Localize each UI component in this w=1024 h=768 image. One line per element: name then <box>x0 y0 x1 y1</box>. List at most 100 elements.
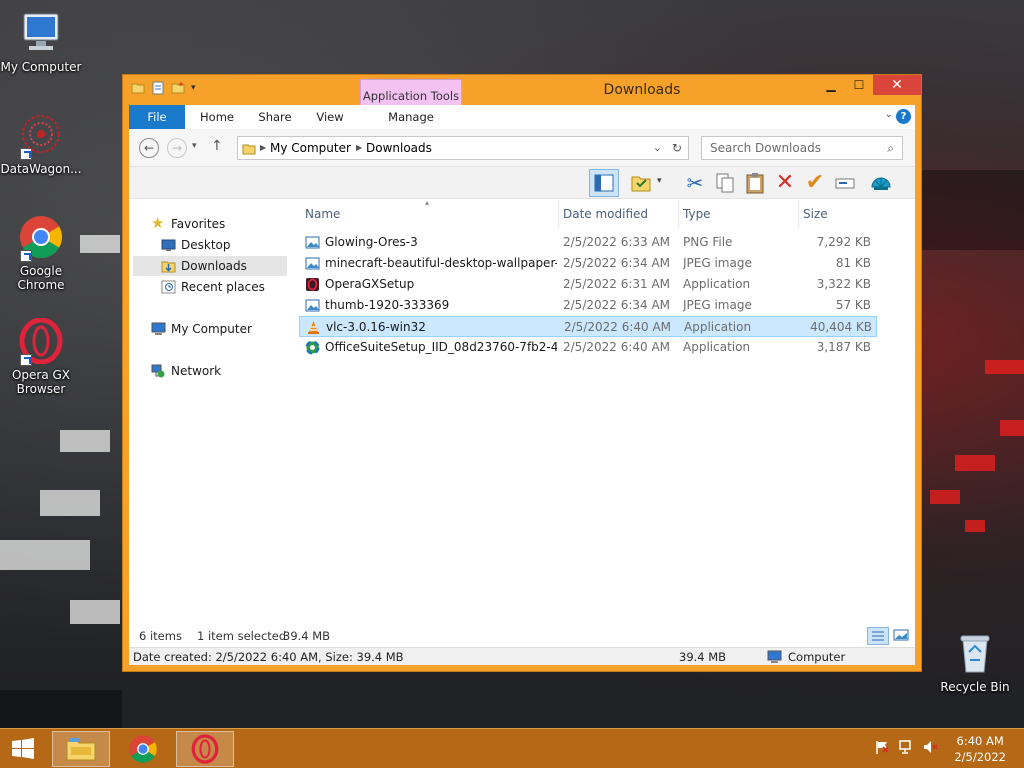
taskbar-opera-gx[interactable] <box>176 731 234 767</box>
nav-item-recent-places[interactable]: Recent places <box>157 277 287 297</box>
nav-favorites-label: Favorites <box>171 217 226 231</box>
computer-icon <box>18 10 64 56</box>
details-bar: Date created: 2/5/2022 6:40 AM, Size: 39… <box>129 647 915 665</box>
preview-pane-icon[interactable] <box>589 169 619 197</box>
nav-item-label: Recent places <box>181 280 265 294</box>
copy-icon[interactable] <box>713 171 737 195</box>
close-button[interactable]: ✕ <box>873 75 921 95</box>
back-button[interactable]: ← <box>139 138 159 158</box>
checkmark-icon[interactable]: ✔ <box>803 171 827 195</box>
search-icon: ⌕ <box>887 141 894 155</box>
column-header-type[interactable]: Type <box>679 200 799 228</box>
computer-icon <box>767 650 782 669</box>
navigation-pane: ★ Favorites Desktop Downloads Recent pla… <box>129 200 293 625</box>
file-name: minecraft-beautiful-desktop-wallpaper-..… <box>325 256 557 270</box>
breadcrumb-separator-icon[interactable]: ▶ <box>260 137 266 159</box>
breadcrumb-separator-icon[interactable]: ▶ <box>356 137 362 159</box>
breadcrumb-downloads[interactable]: Downloads <box>366 137 432 159</box>
tab-file[interactable]: File <box>129 105 185 129</box>
recycle-bin-icon <box>952 630 998 676</box>
taskbar-chrome[interactable] <box>114 731 172 767</box>
chevron-down-icon[interactable]: ▾ <box>657 176 662 186</box>
column-header-size[interactable]: Size <box>799 200 877 228</box>
search-input[interactable]: Search Downloads ⌕ <box>701 136 903 160</box>
desktop-icon-datawagon[interactable]: DataWagon... <box>0 112 82 176</box>
taskbar-file-explorer[interactable] <box>52 731 110 767</box>
address-dropdown-icon[interactable]: ⌄ <box>653 137 662 159</box>
selection-size: 39.4 MB <box>283 629 331 643</box>
close-icon: ✕ <box>891 77 903 93</box>
desktop-icon-label: Opera GX Browser <box>11 368 71 396</box>
paste-icon[interactable] <box>743 171 767 195</box>
minimize-icon: ▁ <box>826 78 836 92</box>
help-icon[interactable]: ? <box>896 109 911 124</box>
file-row-selected[interactable]: vlc-3.0.16-win32 2/5/2022 6:40 AM Applic… <box>299 316 877 337</box>
nav-my-computer[interactable]: My Computer <box>147 319 252 339</box>
title-bar[interactable]: ▾ Application Tools Downloads ▁ ☐ ✕ <box>123 75 921 129</box>
file-row[interactable]: OperaGXSetup 2/5/2022 6:31 AM Applicatio… <box>301 274 877 295</box>
datawagon-icon <box>18 112 64 160</box>
up-button[interactable]: ↑ <box>211 138 223 154</box>
file-row[interactable]: OfficeSuiteSetup_IID_08d23760-7fb2-458..… <box>301 337 877 358</box>
nav-item-label: Desktop <box>181 238 231 252</box>
nav-network[interactable]: Network <box>147 361 221 381</box>
file-row[interactable]: minecraft-beautiful-desktop-wallpaper-..… <box>301 253 877 274</box>
details-location: Computer <box>788 650 846 664</box>
nav-item-desktop[interactable]: Desktop <box>157 235 287 255</box>
wallpaper-block <box>60 430 110 452</box>
folder-options-icon[interactable] <box>629 171 653 195</box>
address-bar[interactable]: ▶ My Computer ▶ Downloads ⌄ ↻ <box>237 136 689 160</box>
recent-places-icon <box>161 280 176 294</box>
file-date: 2/5/2022 6:34 AM <box>563 256 671 270</box>
tab-manage[interactable]: Manage <box>361 105 461 129</box>
start-button[interactable] <box>10 737 36 761</box>
explorer-window[interactable]: ▾ Application Tools Downloads ▁ ☐ ✕ File… <box>122 74 922 672</box>
file-row[interactable]: thumb-1920-333369 2/5/2022 6:34 AM JPEG … <box>301 295 877 316</box>
maximize-button[interactable]: ☐ <box>845 75 873 95</box>
desktop-icon-opera-gx[interactable]: Opera GX Browser <box>0 317 82 396</box>
desktop-icon-recycle-bin[interactable]: Recycle Bin <box>934 630 1016 694</box>
details-view-icon[interactable] <box>867 627 889 645</box>
shell-icon[interactable] <box>869 171 893 195</box>
nav-item-downloads[interactable]: Downloads <box>133 256 287 276</box>
file-name: Glowing-Ores-3 <box>325 235 418 249</box>
expand-ribbon-icon[interactable]: ⌄ <box>885 109 893 120</box>
file-name: OfficeSuiteSetup_IID_08d23760-7fb2-458..… <box>325 340 557 354</box>
recent-locations-button[interactable]: ▾ <box>192 141 197 151</box>
system-clock[interactable]: 6:40 AM 2/5/2022 <box>954 733 1006 765</box>
desktop-icon-my-computer[interactable]: My Computer <box>0 10 82 74</box>
forward-button[interactable]: → <box>167 138 187 158</box>
file-size: 3,187 KB <box>816 340 871 354</box>
details-size: 39.4 MB <box>679 650 727 664</box>
arrow-left-icon: ← <box>143 141 155 155</box>
network-tray-icon[interactable] <box>898 739 914 755</box>
file-size: 81 KB <box>835 256 871 270</box>
wallpaper-block <box>922 170 1024 250</box>
tab-home[interactable]: Home <box>191 105 243 129</box>
file-type: Application <box>683 340 751 354</box>
file-row[interactable]: Glowing-Ores-3 2/5/2022 6:33 AM PNG File… <box>301 232 877 253</box>
file-date: 2/5/2022 6:40 AM <box>563 340 671 354</box>
wallpaper-block <box>80 235 120 253</box>
window-content: ← → ▾ ↑ ▶ My Computer ▶ Downloads ⌄ ↻ Se… <box>129 129 915 665</box>
file-size: 3,322 KB <box>816 277 871 291</box>
delete-icon[interactable]: ✕ <box>773 171 797 195</box>
breadcrumb-my-computer[interactable]: My Computer <box>270 137 351 159</box>
refresh-icon[interactable]: ↻ <box>672 137 682 159</box>
desktop-icon-google-chrome[interactable]: Google Chrome <box>0 214 82 292</box>
tab-view[interactable]: View <box>307 105 353 129</box>
minimize-button[interactable]: ▁ <box>817 75 845 95</box>
nav-favorites[interactable]: ★ Favorites <box>147 214 225 234</box>
cut-icon[interactable]: ✂ <box>683 171 707 195</box>
column-header-name[interactable]: Name <box>301 200 559 228</box>
large-icons-view-icon[interactable] <box>891 627 911 645</box>
arrow-right-icon: → <box>171 141 183 155</box>
action-center-flag-icon[interactable] <box>874 739 890 755</box>
folder-icon <box>242 141 256 163</box>
column-header-date-modified[interactable]: Date modified <box>559 200 679 228</box>
tab-share[interactable]: Share <box>249 105 301 129</box>
star-icon: ★ <box>151 214 165 232</box>
rename-icon[interactable] <box>833 171 857 195</box>
volume-muted-icon[interactable] <box>922 739 938 755</box>
file-name: thumb-1920-333369 <box>325 298 450 312</box>
